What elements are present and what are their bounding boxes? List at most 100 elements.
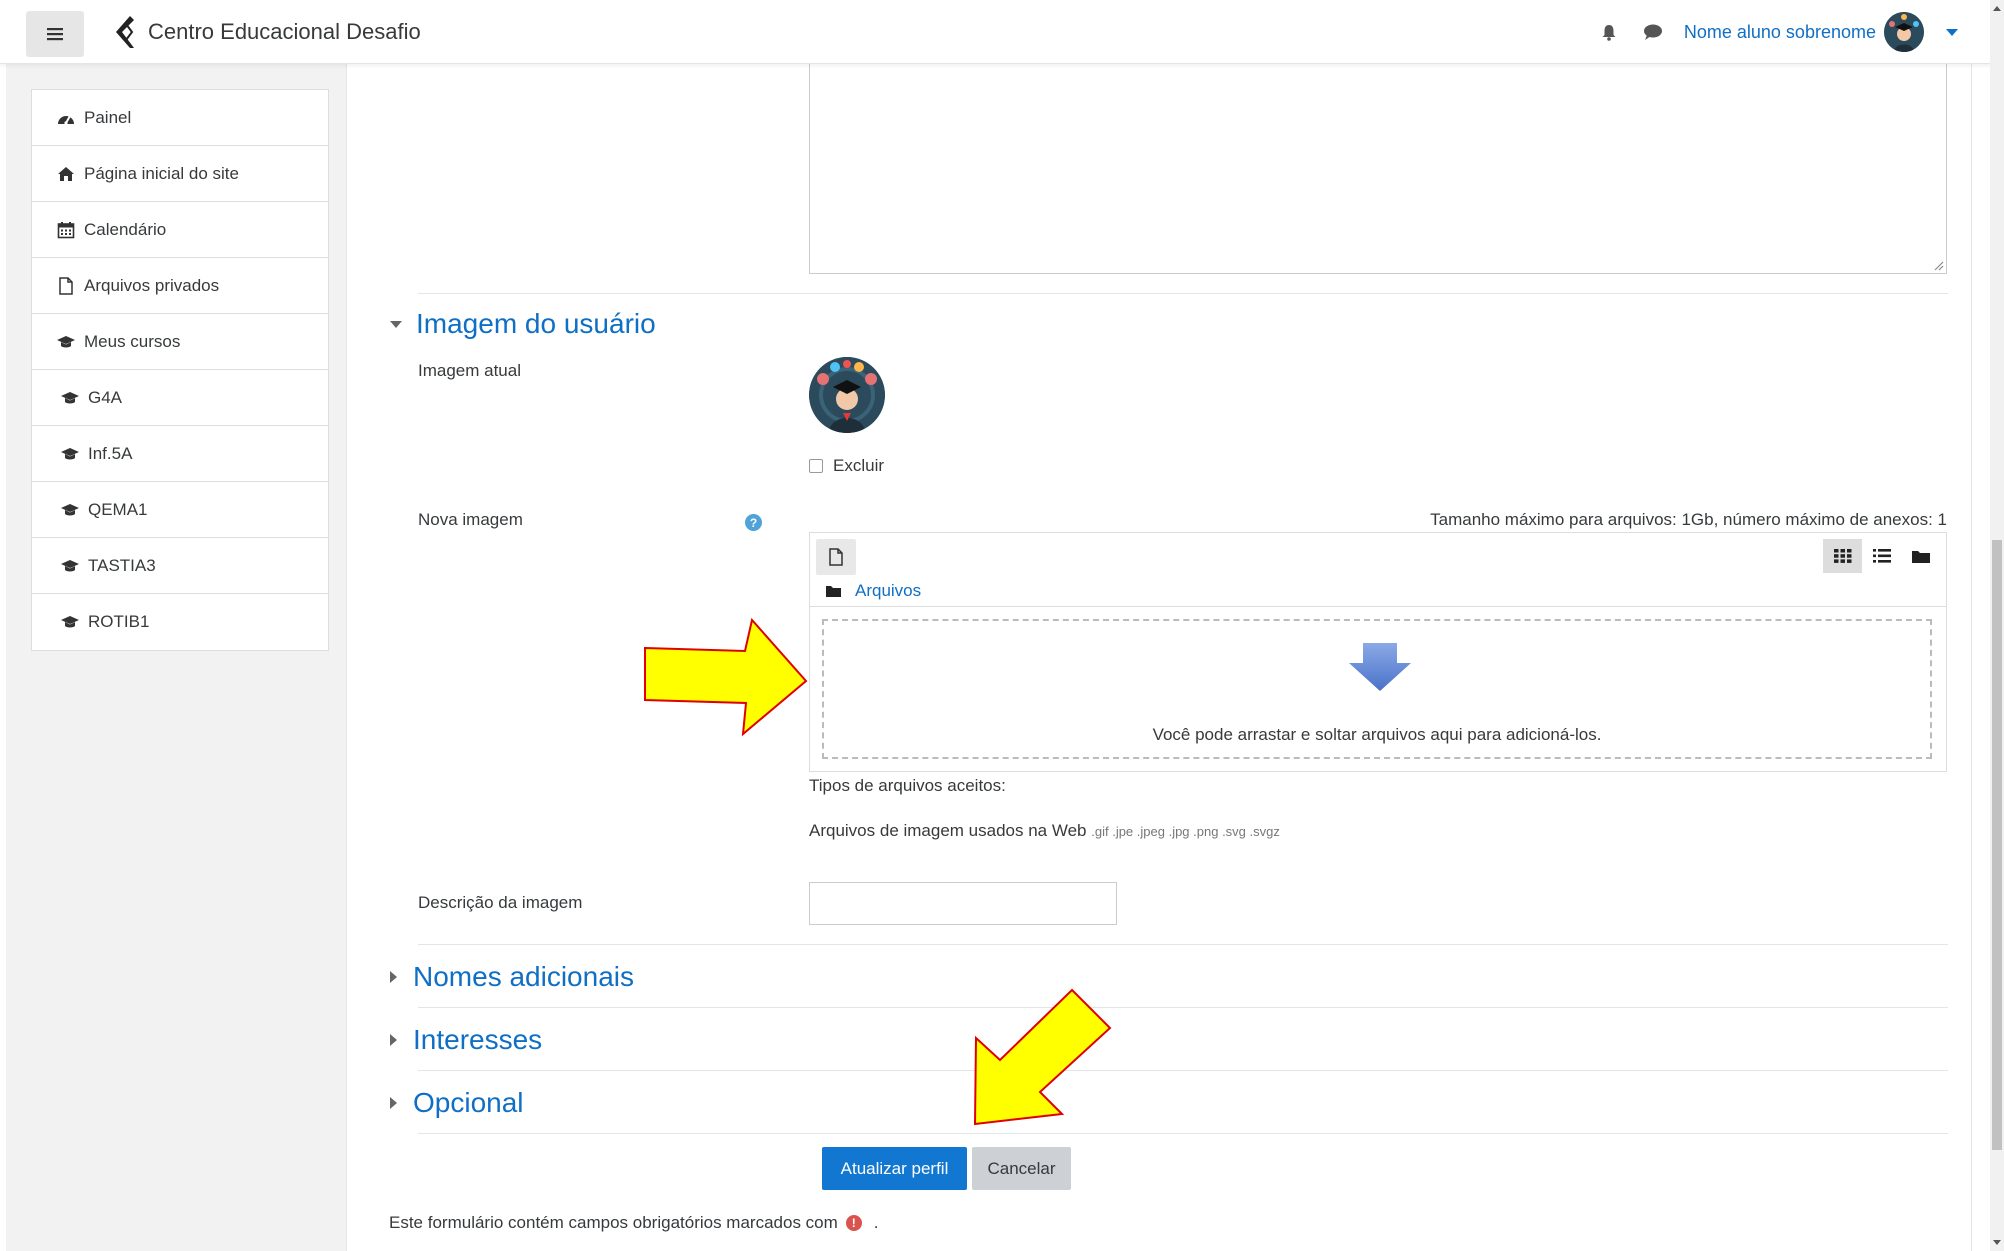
nav-item-label: G4A (88, 387, 123, 407)
path-folder-link[interactable]: Arquivos (855, 581, 921, 601)
nav-item-label: Meus cursos (84, 331, 181, 351)
new-image-label: Nova imagem (418, 510, 523, 529)
view-mode-switcher (1823, 539, 1940, 573)
nav-drawer: Painel Página inicial do site Calendário… (6, 64, 346, 1251)
site-name: Centro Educacional Desafio (148, 19, 421, 44)
expand-triangle-icon (390, 1034, 397, 1046)
add-file-button[interactable] (816, 539, 856, 575)
help-question-icon[interactable]: ? (745, 514, 762, 531)
nav-item-label: ROTIB1 (88, 612, 150, 631)
view-list-button[interactable] (1862, 539, 1901, 573)
nav-drawer-list: Painel Página inicial do site Calendário… (31, 89, 329, 651)
section-additional-names-header[interactable]: Nomes adicionais (390, 961, 634, 993)
current-user-image (809, 357, 885, 433)
nav-item-label: Página inicial do site (84, 163, 239, 183)
section-divider (418, 293, 1948, 294)
accepted-types-name: Arquivos de imagem usados na Web (809, 821, 1087, 840)
home-icon (56, 165, 76, 183)
file-manager: Arquivos Você pode arrastar e soltar arq… (809, 532, 1947, 772)
image-description-input[interactable] (809, 882, 1117, 925)
user-menu-caret-icon[interactable] (1946, 28, 1958, 36)
folder-icon (826, 586, 841, 597)
graduation-cap-icon (60, 501, 80, 519)
section-interests-header[interactable]: Interesses (390, 1024, 542, 1056)
page-scrollbar[interactable] (1990, 0, 2004, 1251)
collapse-triangle-icon (390, 320, 402, 328)
list-icon (1872, 549, 1891, 563)
file-path-breadcrumb[interactable]: Arquivos (826, 581, 921, 601)
section-user-image-header[interactable]: Imagem do usuário (390, 308, 656, 340)
required-note-text: Este formulário contém campos obrigatóri… (389, 1213, 838, 1232)
image-description-label: Descrição da imagem (418, 893, 583, 912)
required-note-end: . (873, 1213, 879, 1232)
nav-item-my-courses[interactable]: Meus cursos (32, 314, 328, 370)
update-profile-button[interactable]: Atualizar perfil (822, 1147, 967, 1190)
section-title: Interesses (413, 1024, 543, 1055)
section-divider (418, 1007, 1948, 1008)
nav-item-calendar[interactable]: Calendário (32, 202, 328, 258)
notifications-bell-icon[interactable] (1596, 19, 1622, 45)
section-divider (418, 944, 1948, 945)
expand-triangle-icon (390, 971, 397, 983)
drop-arrow-down-icon (1349, 643, 1411, 691)
file-manager-toolbar: Arquivos (810, 533, 1946, 607)
site-logo-icon (116, 16, 134, 48)
annotation-arrow-right-icon (644, 617, 808, 737)
view-icons-button[interactable] (1823, 539, 1862, 573)
nav-item-course-rotib1[interactable]: ROTIB1 (32, 594, 328, 650)
nav-item-label: TASTIA3 (88, 555, 156, 575)
description-textarea[interactable] (809, 64, 1947, 274)
folder-icon (1911, 551, 1930, 563)
current-image-label: Imagem atual (418, 361, 521, 380)
delete-image-label: Excluir (833, 456, 885, 475)
section-title: Imagem do usuário (416, 308, 656, 339)
nav-item-label: Arquivos privados (84, 275, 220, 295)
accepted-types-list: Arquivos de imagem usados na Web .gif .j… (809, 821, 1280, 841)
nav-item-label: Painel (84, 107, 132, 127)
expand-triangle-icon (390, 1097, 397, 1109)
accepted-types-label: Tipos de arquivos aceitos: (809, 776, 1006, 795)
section-divider (418, 1070, 1948, 1071)
graduation-cap-icon (60, 557, 80, 575)
view-tree-button[interactable] (1901, 539, 1940, 573)
site-brand[interactable]: Centro Educacional Desafio (112, 14, 421, 50)
resize-grip-icon[interactable] (1932, 259, 1944, 271)
nav-item-course-tastia3[interactable]: TASTIA3 (32, 538, 328, 594)
scroll-up-arrow-icon[interactable] (1993, 6, 2001, 11)
graduation-cap-icon (60, 613, 80, 631)
annotation-arrow-down-left-icon (973, 988, 1112, 1126)
graduation-cap-icon (56, 333, 76, 351)
required-fields-note: Este formulário contém campos obrigatóri… (389, 1213, 879, 1233)
scroll-down-arrow-icon[interactable] (1993, 1240, 2001, 1245)
delete-image-checkbox[interactable] (809, 459, 823, 473)
dropzone-hint: Você pode arrastar e soltar arquivos aqu… (1152, 725, 1602, 744)
grid-icon (1833, 549, 1851, 563)
nav-item-label: Calendário (84, 219, 167, 239)
section-optional-header[interactable]: Opcional (390, 1087, 524, 1119)
scrollbar-thumb[interactable] (1992, 540, 2002, 1150)
delete-image-option[interactable]: Excluir (809, 456, 884, 476)
required-exclamation-icon: ! (845, 1215, 862, 1231)
top-navbar: Centro Educacional Desafio Nome aluno so… (0, 0, 1992, 64)
nav-item-painel[interactable]: Painel (32, 90, 328, 146)
max-file-size-info: Tamanho máximo para arquivos: 1Gb, númer… (1430, 510, 1947, 529)
nav-item-course-qema1[interactable]: QEMA1 (32, 482, 328, 538)
file-dropzone[interactable]: Você pode arrastar e soltar arquivos aqu… (822, 619, 1932, 759)
user-menu-name[interactable]: Nome aluno sobrenome (1684, 22, 1876, 43)
dashboard-icon (56, 109, 76, 127)
nav-item-private-files[interactable]: Arquivos privados (32, 258, 328, 314)
cancel-button[interactable]: Cancelar (972, 1147, 1071, 1190)
messages-chat-icon[interactable] (1640, 19, 1666, 45)
file-icon (56, 276, 76, 295)
menu-toggle-button[interactable] (26, 11, 84, 57)
content-right-border (1971, 64, 1972, 1251)
user-avatar[interactable] (1884, 12, 1924, 52)
nav-item-course-inf5a[interactable]: Inf.5A (32, 426, 328, 482)
calendar-icon (56, 221, 76, 239)
file-icon (829, 548, 843, 566)
nav-item-site-home[interactable]: Página inicial do site (32, 146, 328, 202)
nav-item-label: QEMA1 (88, 499, 148, 519)
section-title: Nomes adicionais (413, 961, 634, 992)
nav-item-course-g4a[interactable]: G4A (32, 370, 328, 426)
graduation-cap-icon (60, 445, 80, 463)
